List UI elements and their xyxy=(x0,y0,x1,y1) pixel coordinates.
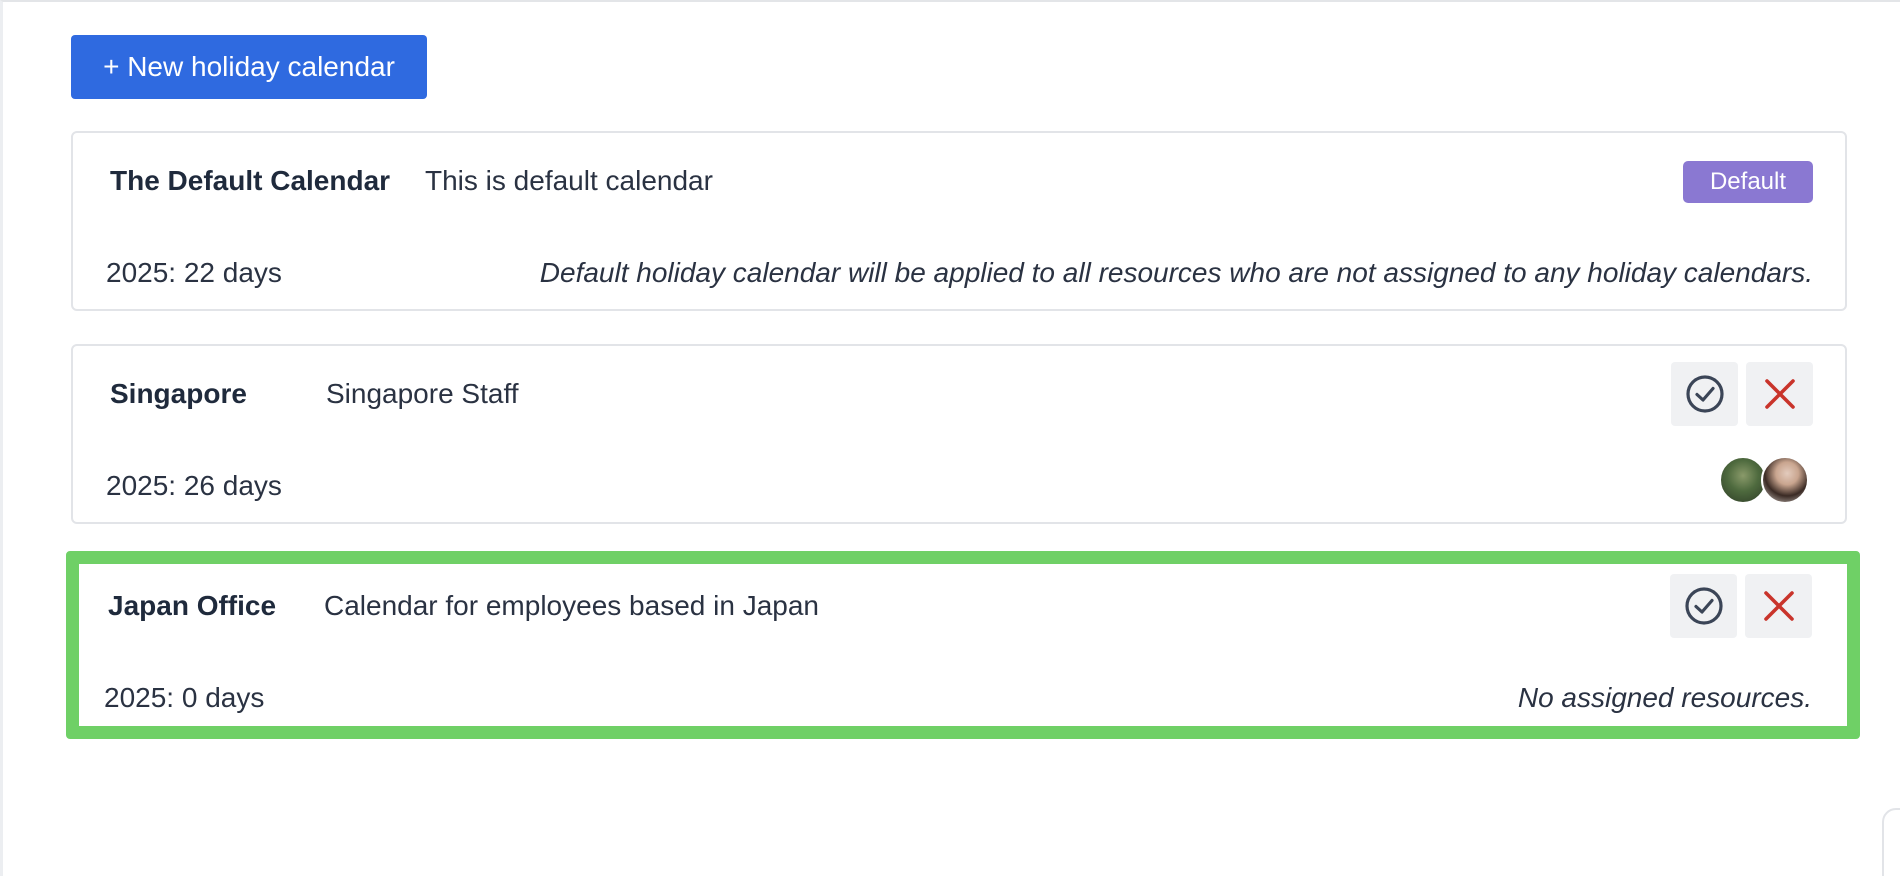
close-icon xyxy=(1763,377,1797,411)
confirm-button[interactable] xyxy=(1670,574,1737,638)
holiday-calendars-page: + New holiday calendar The Default Calen… xyxy=(0,0,1900,876)
calendar-card-default: The Default Calendar This is default cal… xyxy=(71,131,1847,311)
check-circle-icon xyxy=(1683,585,1725,627)
delete-button[interactable] xyxy=(1746,362,1813,426)
calendar-name: Japan Office xyxy=(108,590,277,621)
calendar-card-japan-office[interactable]: Japan Office Calendar for employees base… xyxy=(66,551,1860,739)
calendar-days: 2025: 26 days xyxy=(106,470,282,501)
calendar-days: 2025: 22 days xyxy=(106,257,282,288)
close-icon xyxy=(1762,589,1796,623)
confirm-button[interactable] xyxy=(1671,362,1738,426)
calendar-name: Singapore xyxy=(110,378,247,409)
calendar-note: Default holiday calendar will be applied… xyxy=(539,257,1813,288)
calendar-description: Singapore Staff xyxy=(326,378,519,409)
calendar-description: Calendar for employees based in Japan xyxy=(324,590,819,621)
avatar[interactable] xyxy=(1761,456,1809,504)
delete-button[interactable] xyxy=(1745,574,1812,638)
assigned-resources-avatars[interactable] xyxy=(1719,456,1811,506)
calendar-description: This is default calendar xyxy=(425,165,713,196)
avatar[interactable] xyxy=(1719,456,1767,504)
default-badge: Default xyxy=(1683,161,1813,203)
panel-edge xyxy=(1882,808,1900,876)
calendar-name: The Default Calendar xyxy=(110,165,391,196)
calendar-days: 2025: 0 days xyxy=(104,682,265,713)
check-circle-icon xyxy=(1684,373,1726,415)
calendar-card-singapore[interactable]: Singapore Singapore Staff 2025: 26 days xyxy=(71,344,1847,524)
calendar-note: No assigned resources. xyxy=(1517,682,1812,713)
new-holiday-calendar-button[interactable]: + New holiday calendar xyxy=(71,35,427,99)
